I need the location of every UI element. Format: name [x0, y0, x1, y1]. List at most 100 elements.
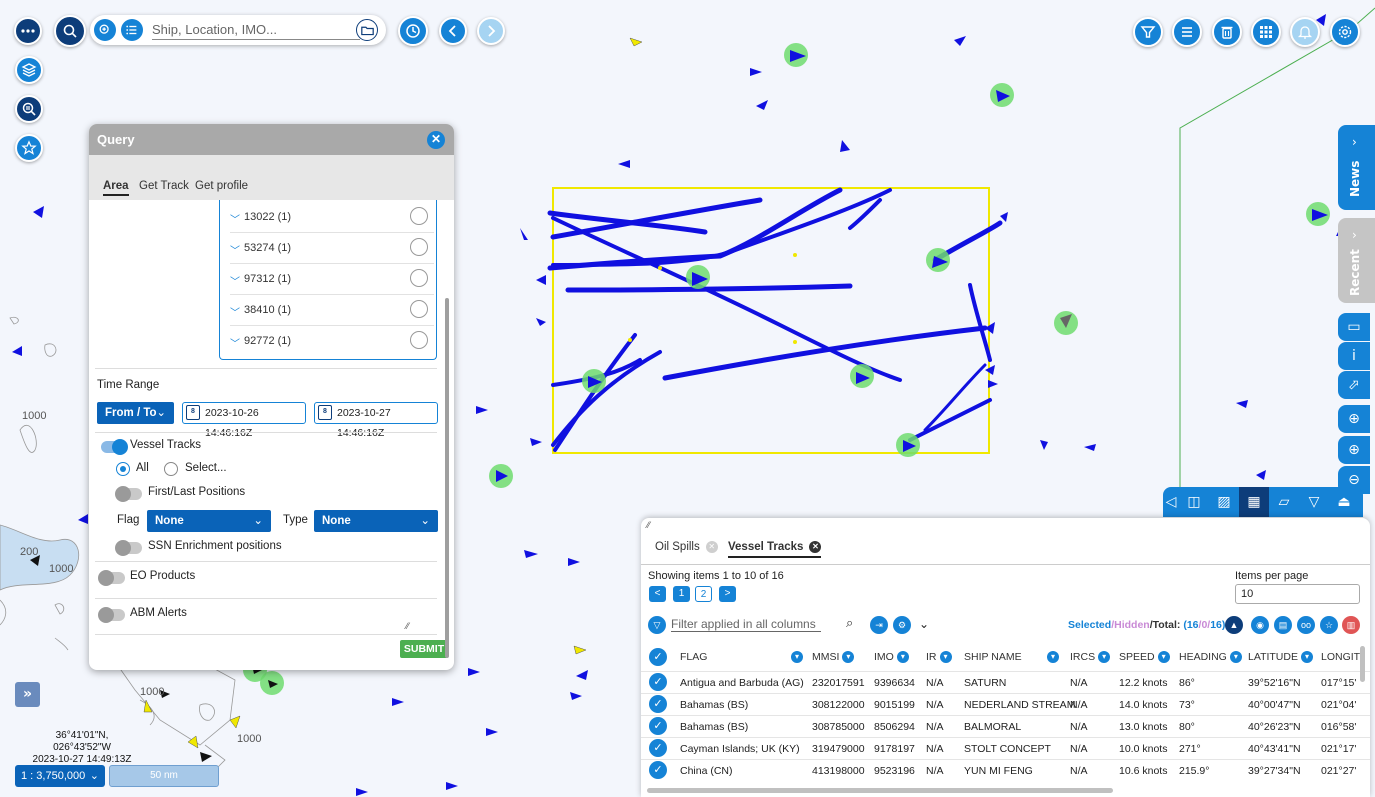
vertical-scrollbar[interactable] — [1360, 646, 1365, 682]
eject-button[interactable]: ⏏ — [1329, 487, 1359, 517]
col-ircs[interactable]: IRCS ▾ — [1070, 646, 1111, 668]
comment-button[interactable]: ▤ — [1274, 616, 1292, 634]
radio-button[interactable] — [410, 269, 428, 287]
resize-handle[interactable]: ⁄⁄ — [647, 520, 650, 530]
apps-button[interactable] — [1251, 17, 1281, 47]
col-flag[interactable]: FLAG — [680, 646, 707, 668]
list-item[interactable]: ﹀ 53274 (1) — [230, 233, 434, 264]
close-icon[interactable]: ✕ — [705, 541, 718, 553]
binoculars-button[interactable]: oo — [1297, 616, 1315, 634]
close-icon[interactable]: ✕ — [809, 541, 822, 553]
sort-icon[interactable]: ▾ — [1044, 646, 1059, 668]
table-row[interactable]: ✓ China (CN) 413198000 9523196 N/A YUN M… — [641, 759, 1370, 782]
type-select[interactable]: None ⌄ — [314, 510, 438, 532]
zoom-in-button[interactable]: ⊕ — [1338, 436, 1370, 464]
next-page-button[interactable]: > — [719, 586, 736, 602]
tab-area[interactable]: Area — [103, 180, 129, 196]
zoom-search-button[interactable] — [94, 19, 116, 41]
submit-button[interactable]: SUBMIT — [400, 640, 448, 658]
radio-button[interactable] — [410, 238, 428, 256]
col-ship-name[interactable]: SHIP NAME — [964, 646, 1022, 668]
list-item[interactable]: ﹀ 92772 (1) — [230, 326, 434, 356]
search-icon[interactable]: ⌕ — [846, 615, 853, 631]
chevron-down-icon[interactable]: ⌄ — [919, 617, 929, 631]
sort-icon[interactable]: ▾ — [939, 651, 952, 664]
scale-select[interactable]: 1 : 3,750,000 ⌄ — [15, 765, 105, 787]
open-folder-button[interactable] — [356, 19, 378, 41]
favorites-button[interactable] — [15, 134, 43, 162]
ssn-toggle[interactable] — [115, 540, 142, 556]
eo-products-toggle[interactable] — [98, 570, 125, 586]
col-imo[interactable]: IMO ▾ — [874, 646, 909, 668]
tab-get-profile[interactable]: Get profile — [195, 180, 248, 192]
radio-button[interactable] — [410, 331, 428, 349]
select-radio[interactable] — [164, 462, 178, 476]
row-checkbox[interactable]: ✓ — [649, 695, 667, 713]
split-view-button[interactable]: ◫ — [1179, 487, 1209, 517]
col-ir[interactable]: IR ▾ — [926, 646, 952, 668]
radio-button[interactable] — [410, 207, 428, 225]
list-search-button[interactable] — [121, 19, 143, 41]
list-item[interactable]: ﹀ 38410 (1) — [230, 295, 434, 326]
more-menu-button[interactable] — [14, 17, 42, 45]
row-checkbox[interactable]: ✓ — [649, 673, 667, 691]
info-button[interactable]: i — [1338, 342, 1370, 370]
filter-input[interactable]: Filter applied in all columns — [671, 617, 821, 632]
col-longitude[interactable]: LONGIT — [1321, 646, 1360, 668]
export-button[interactable]: ⇥ — [870, 616, 888, 634]
horizontal-scrollbar[interactable] — [647, 788, 1113, 793]
measure-button[interactable]: ▭ — [1338, 313, 1370, 341]
col-mmsi[interactable]: MMSI ▾ — [812, 646, 855, 668]
select-tool-button[interactable]: ⬀ — [1338, 371, 1370, 399]
sort-icon[interactable]: ▾ — [896, 651, 909, 664]
sort-icon[interactable]: ▾ — [788, 646, 803, 668]
sort-icon[interactable]: ▾ — [842, 651, 855, 664]
favorite-button[interactable]: ☆ — [1320, 616, 1338, 634]
filter-button[interactable] — [1133, 17, 1163, 47]
first-last-toggle[interactable] — [115, 486, 142, 502]
radio-button[interactable] — [410, 300, 428, 318]
select-all-checkbox[interactable]: ✓ — [649, 648, 667, 666]
list-item[interactable]: ﹀ 97312 (1) — [230, 264, 434, 295]
scrollbar[interactable] — [445, 298, 449, 658]
notifications-button[interactable] — [1290, 17, 1320, 47]
table-row[interactable]: ✓ Bahamas (BS) 308785000 8506294 N/A BAL… — [641, 715, 1370, 738]
row-checkbox[interactable]: ✓ — [649, 717, 667, 735]
history-button[interactable] — [398, 16, 428, 46]
items-per-page-input[interactable]: 10 — [1235, 584, 1360, 604]
menu-button[interactable] — [1172, 17, 1202, 47]
tab-vessel-tracks[interactable]: Vessel Tracks ✕ — [728, 541, 822, 559]
delete-rows-button[interactable]: ▥ — [1342, 616, 1360, 634]
sort-icon[interactable]: ▾ — [1157, 651, 1170, 664]
image-view-button[interactable]: ▨ — [1209, 487, 1239, 517]
tab-get-track[interactable]: Get Track — [139, 180, 189, 192]
col-speed[interactable]: SPEED ▾ — [1119, 646, 1170, 668]
visibility-button[interactable]: ◉ — [1251, 616, 1269, 634]
col-heading[interactable]: HEADING ▾ — [1179, 646, 1242, 668]
back-button[interactable] — [439, 17, 467, 45]
news-tab[interactable]: › News — [1338, 125, 1375, 210]
table-row[interactable]: ✓ Cayman Islands; UK (KY) 319479000 9178… — [641, 737, 1370, 760]
dropdown-button[interactable]: ▽ — [1299, 487, 1329, 517]
locate-vessels-button[interactable]: ▲ — [1225, 616, 1243, 634]
settings-button[interactable] — [1330, 17, 1360, 47]
list-item[interactable]: ﹀ 13022 (1) — [230, 202, 434, 233]
resize-handle[interactable]: ⁄⁄ — [406, 621, 409, 631]
col-latitude[interactable]: LATITUDE ▾ — [1248, 646, 1313, 668]
collapse-left-button[interactable]: ◁ — [1163, 487, 1179, 517]
page-1-button[interactable]: 1 — [673, 586, 690, 602]
prev-page-button[interactable]: < — [649, 586, 666, 602]
table-row[interactable]: ✓ Antigua and Barbuda (AG) 232017591 939… — [641, 671, 1370, 694]
row-checkbox[interactable]: ✓ — [649, 739, 667, 757]
row-checkbox[interactable]: ✓ — [649, 761, 667, 779]
recent-tab[interactable]: › Recent — [1338, 218, 1375, 303]
search-toggle-button[interactable] — [54, 15, 86, 47]
open-folder-view-button[interactable]: ▱ — [1269, 487, 1299, 517]
locate-button[interactable]: ⊕ — [1338, 405, 1370, 433]
date-from-field[interactable]: 8 2023-10-26 14:46:16Z — [182, 402, 306, 439]
expand-panel-button[interactable]: » — [15, 682, 40, 707]
close-query-button[interactable]: ✕ — [427, 131, 445, 149]
tab-oil-spills[interactable]: Oil Spills ✕ — [655, 541, 718, 553]
abm-alerts-toggle[interactable] — [98, 607, 125, 623]
range-mode-select[interactable]: From / To ⌄ — [97, 402, 174, 424]
